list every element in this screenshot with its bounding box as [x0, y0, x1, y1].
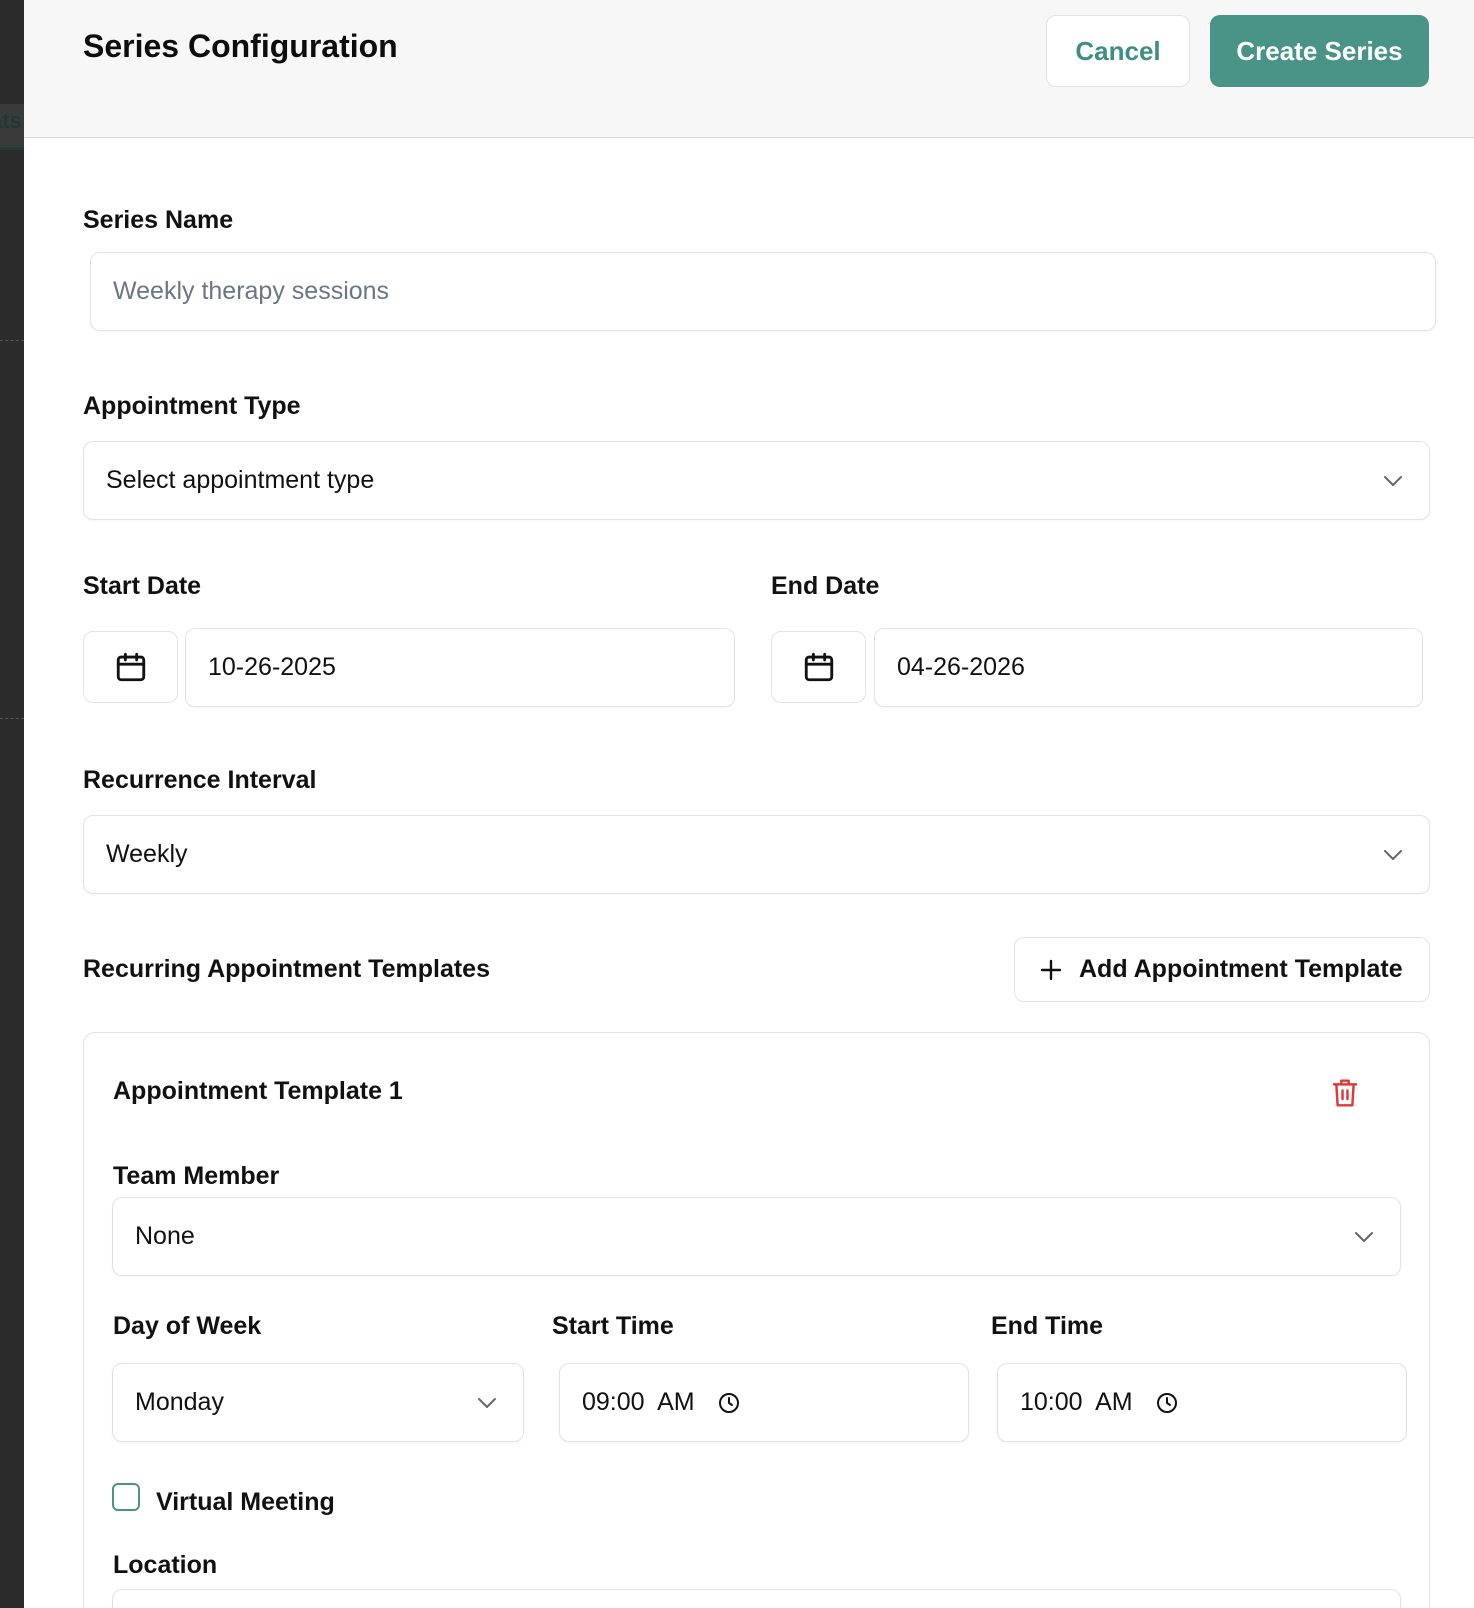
drawer-header: Series Configuration Cancel Create Serie…	[24, 0, 1474, 138]
day-of-week-label: Day of Week	[113, 1312, 262, 1340]
template-title: Appointment Template 1	[113, 1077, 403, 1105]
end-time-label: End Time	[991, 1312, 1104, 1340]
calendar-icon	[804, 652, 833, 682]
create-series-button[interactable]: Create Series	[1210, 15, 1429, 87]
start-time-value: 09:00 AM	[582, 1388, 695, 1416]
location-label: Location	[113, 1551, 218, 1579]
start-date-input[interactable]: 10-26-2025	[185, 628, 735, 707]
series-name-input[interactable]: Weekly therapy sessions	[90, 252, 1436, 331]
team-member-label: Team Member	[113, 1162, 280, 1190]
calendar-icon	[116, 652, 145, 682]
add-appointment-template-label: Add Appointment Template	[1079, 955, 1403, 983]
page-title: Series Configuration	[83, 28, 398, 64]
chevron-down-icon	[478, 1397, 496, 1408]
backdrop-divider	[0, 718, 24, 719]
series-name-label: Series Name	[83, 206, 234, 234]
backdrop-tab-label: ats	[0, 108, 22, 133]
chevron-down-icon	[1384, 849, 1402, 860]
end-date-label: End Date	[771, 572, 880, 600]
location-input[interactable]	[112, 1589, 1401, 1608]
end-date-input[interactable]: 04-26-2026	[874, 628, 1423, 707]
cancel-button[interactable]: Cancel	[1046, 15, 1190, 87]
end-date-calendar-button[interactable]	[771, 631, 866, 703]
end-time-value: 10:00 AM	[1020, 1388, 1133, 1416]
end-time-input[interactable]: 10:00 AM	[997, 1363, 1407, 1442]
recurrence-interval-value: Weekly	[106, 840, 188, 868]
virtual-meeting-label: Virtual Meeting	[156, 1488, 335, 1516]
start-date-value: 10-26-2025	[208, 653, 336, 681]
end-date-value: 04-26-2026	[897, 653, 1025, 681]
clock-icon[interactable]	[1155, 1391, 1179, 1415]
start-date-calendar-button[interactable]	[83, 631, 178, 703]
start-time-input[interactable]: 09:00 AM	[559, 1363, 969, 1442]
appointment-type-label: Appointment Type	[83, 392, 301, 420]
templates-heading: Recurring Appointment Templates	[83, 955, 490, 983]
team-member-value: None	[135, 1222, 195, 1250]
team-member-select[interactable]: None	[112, 1197, 1401, 1276]
day-of-week-select[interactable]: Monday	[112, 1363, 524, 1442]
day-of-week-value: Monday	[135, 1388, 224, 1416]
chevron-down-icon	[1384, 475, 1402, 486]
recurrence-interval-label: Recurrence Interval	[83, 766, 317, 794]
appointment-type-value: Select appointment type	[106, 466, 375, 494]
appointment-type-select[interactable]: Select appointment type	[83, 441, 1430, 520]
page-backdrop: ats	[0, 0, 24, 1608]
virtual-meeting-checkbox[interactable]	[112, 1483, 140, 1511]
clock-icon[interactable]	[717, 1391, 741, 1415]
backdrop-tab: ats	[0, 104, 24, 150]
start-date-label: Start Date	[83, 572, 202, 600]
trash-icon[interactable]	[1330, 1077, 1360, 1109]
recurrence-interval-select[interactable]: Weekly	[83, 815, 1430, 894]
series-name-placeholder: Weekly therapy sessions	[113, 277, 390, 305]
start-time-label: Start Time	[552, 1312, 674, 1340]
chevron-down-icon	[1355, 1231, 1373, 1242]
plus-icon	[1040, 959, 1062, 980]
appointment-template-card: Appointment Template 1 Team Member None …	[83, 1032, 1430, 1608]
backdrop-divider	[0, 340, 24, 341]
series-configuration-drawer: Series Configuration Cancel Create Serie…	[24, 0, 1474, 1608]
add-appointment-template-button[interactable]: Add Appointment Template	[1014, 937, 1430, 1002]
